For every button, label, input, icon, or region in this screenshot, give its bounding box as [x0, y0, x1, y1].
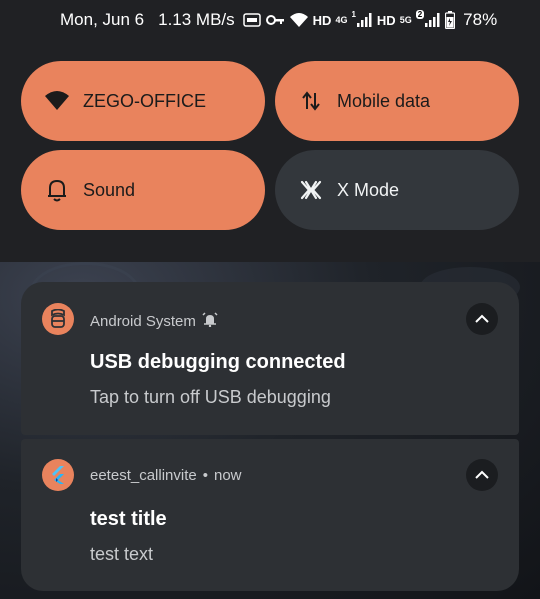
notification-app-name: eetest_callinvite • now — [90, 467, 242, 484]
separator-dot: • — [202, 467, 208, 484]
status-icons: HD 4G 1 HD 5G 2 78% — [242, 9, 498, 30]
notification-card[interactable]: Android System USB debugging connected T… — [21, 282, 519, 435]
status-date: Mon, Jun 6 — [60, 10, 145, 29]
chevron-up-icon — [475, 470, 489, 479]
chevron-up-icon — [475, 314, 489, 323]
battery-icon — [445, 11, 456, 29]
tile-wifi[interactable]: ZEGO-OFFICE — [21, 61, 265, 141]
hd-indicator: HD — [312, 12, 332, 28]
wifi-icon — [43, 87, 71, 115]
notification-title: USB debugging connected — [90, 351, 346, 373]
app-name-text: Android System — [90, 312, 196, 330]
notification-text: test text — [90, 544, 154, 564]
network-type-label: 5G — [399, 15, 412, 25]
wifi-icon — [289, 12, 309, 28]
tile-mobile-data[interactable]: Mobile data — [275, 61, 519, 141]
notification-app-name: Android System — [90, 311, 218, 331]
mobile-data-icon — [297, 87, 325, 115]
signal-icon: 1 — [351, 9, 372, 27]
android-system-icon — [42, 303, 74, 335]
key-icon — [265, 13, 285, 27]
notification-time: now — [214, 467, 242, 484]
tile-label: Mobile data — [337, 90, 431, 111]
alarm-icon — [202, 311, 218, 331]
tile-sound[interactable]: Sound — [21, 150, 265, 230]
expand-button[interactable] — [466, 303, 498, 335]
notification-text: Tap to turn off USB debugging — [90, 387, 331, 407]
notification-title: test title — [90, 508, 167, 530]
status-network-speed: 1.13 MB/s — [158, 10, 235, 29]
tile-x-mode[interactable]: X Mode — [275, 150, 519, 230]
tile-label: X Mode — [337, 179, 400, 200]
sim-number: 2 — [415, 9, 425, 19]
signal-icon: 2 — [415, 9, 441, 27]
tile-label: Sound — [83, 179, 136, 200]
expand-button[interactable] — [466, 459, 498, 491]
status-bar: Mon, Jun 6 1.13 MB/s HD 4G 1 HD 5G 2 78% — [0, 0, 540, 40]
tile-label: ZEGO-OFFICE — [83, 90, 206, 111]
x-mode-icon — [297, 176, 325, 204]
bell-icon — [43, 176, 71, 204]
notification-card[interactable]: eetest_callinvite • now test title test … — [21, 439, 519, 591]
hd-indicator: HD — [376, 12, 396, 28]
flutter-icon — [42, 459, 74, 491]
battery-percentage: 78% — [463, 10, 498, 29]
app-name-text: eetest_callinvite — [90, 467, 197, 484]
auto-icon — [242, 12, 261, 28]
sim-number: 1 — [351, 9, 356, 19]
network-type-label: 4G — [335, 15, 348, 25]
